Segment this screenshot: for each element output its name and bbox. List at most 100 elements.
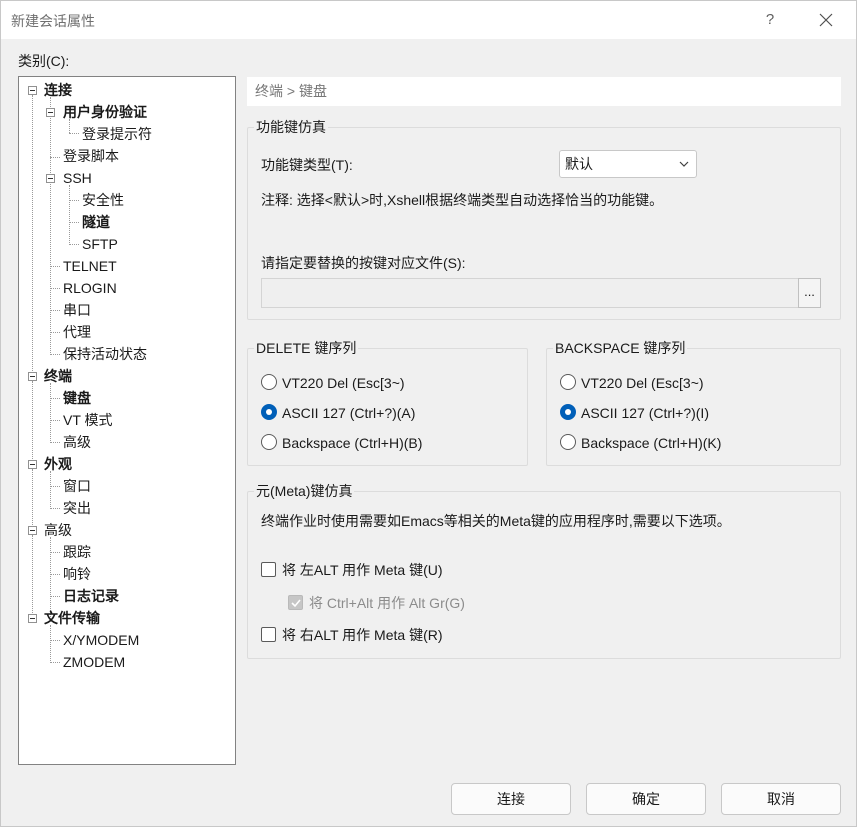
tree-connector — [32, 381, 33, 469]
collapse-icon[interactable] — [28, 526, 37, 535]
tree-item-highlight[interactable]: 突出 — [63, 497, 91, 519]
tree-connector — [50, 157, 60, 158]
tree-connector — [50, 383, 51, 441]
tree-item-tunnel[interactable]: 隧道 — [82, 211, 110, 233]
tree-connector — [50, 662, 60, 663]
dialog-window: 新建会话属性 ? 类别(C): 连接 用户身份验证 登录提示符 登录脚本 SSH… — [0, 0, 857, 827]
close-icon — [819, 13, 833, 27]
collapse-icon[interactable] — [28, 460, 37, 469]
tree-item-window[interactable]: 窗口 — [63, 475, 91, 497]
backspace-backspace-radio[interactable] — [560, 434, 576, 450]
collapse-icon[interactable] — [28, 614, 37, 623]
backspace-backspace-label[interactable]: Backspace (Ctrl+H)(K) — [581, 434, 721, 452]
tree-item-security[interactable]: 安全性 — [82, 189, 124, 211]
tree-item-xymodem[interactable]: X/YMODEM — [63, 629, 139, 651]
tree-item-bell[interactable]: 响铃 — [63, 563, 91, 585]
right-alt-meta-checkbox[interactable] — [261, 627, 276, 642]
key-map-file-input[interactable] — [261, 278, 799, 308]
tree-item-appearance[interactable]: 外观 — [44, 453, 72, 475]
tree-connector — [50, 354, 60, 355]
key-map-file-label: 请指定要替换的按键对应文件(S): — [261, 255, 466, 271]
tree-item-file-transfer[interactable]: 文件传输 — [44, 607, 100, 629]
tree-item-trace[interactable]: 跟踪 — [63, 541, 91, 563]
tree-item-user-auth[interactable]: 用户身份验证 — [63, 101, 147, 123]
tree-item-vt-mode[interactable]: VT 模式 — [63, 409, 113, 431]
tree-connector — [50, 625, 51, 661]
breadcrumb: 终端 > 键盘 — [247, 77, 841, 106]
tree-connector — [50, 508, 60, 509]
cancel-button[interactable]: 取消 — [721, 783, 841, 815]
function-key-type-select[interactable]: 默认 — [559, 150, 697, 178]
ok-button[interactable]: 确定 — [586, 783, 706, 815]
right-alt-meta-label[interactable]: 将 右ALT 用作 Meta 键(R) — [282, 626, 443, 644]
tree-item-zmodem[interactable]: ZMODEM — [63, 651, 125, 673]
tree-item-login-script[interactable]: 登录脚本 — [63, 145, 119, 167]
function-key-group-title: 功能键仿真 — [254, 118, 328, 136]
function-key-note: 注释: 选择<默认>时,Xshell根据终端类型自动选择恰当的功能键。 — [261, 192, 664, 208]
tree-connector — [50, 640, 60, 641]
collapse-icon[interactable] — [28, 86, 37, 95]
tree-connector — [50, 420, 60, 421]
delete-vt220-label[interactable]: VT220 Del (Esc[3~) — [282, 374, 405, 392]
category-tree[interactable]: 连接 用户身份验证 登录提示符 登录脚本 SSH 安全性 隧道 SFTP TEL… — [18, 76, 236, 765]
tree-connector — [32, 95, 33, 377]
tree-item-rlogin[interactable]: RLOGIN — [63, 277, 117, 299]
tree-connector — [50, 596, 60, 597]
connect-button[interactable]: 连接 — [451, 783, 571, 815]
tree-connector — [50, 537, 51, 617]
collapse-icon[interactable] — [46, 108, 55, 117]
function-key-type-value: 默认 — [565, 156, 593, 172]
delete-ascii127-label[interactable]: ASCII 127 (Ctrl+?)(A) — [282, 404, 415, 422]
tree-item-proxy[interactable]: 代理 — [63, 321, 91, 343]
tree-item-sftp[interactable]: SFTP — [82, 233, 118, 255]
left-alt-meta-label[interactable]: 将 左ALT 用作 Meta 键(U) — [282, 561, 443, 579]
tree-connector — [50, 332, 60, 333]
tree-item-keepalive[interactable]: 保持活动状态 — [63, 343, 147, 365]
delete-backspace-radio[interactable] — [261, 434, 277, 450]
tree-connector — [50, 486, 60, 487]
backspace-vt220-radio[interactable] — [560, 374, 576, 390]
chevron-down-icon — [679, 161, 689, 167]
window-title: 新建会话属性 — [11, 13, 95, 29]
tree-item-terminal-advanced[interactable]: 高级 — [63, 431, 91, 453]
tree-item-keyboard[interactable]: 键盘 — [63, 387, 91, 409]
browse-button[interactable]: ... — [798, 278, 821, 308]
tree-connector — [32, 469, 33, 531]
tree-item-telnet[interactable]: TELNET — [63, 255, 117, 277]
help-button[interactable]: ? — [756, 5, 784, 35]
tree-item-serial[interactable]: 串口 — [63, 299, 91, 321]
collapse-icon[interactable] — [28, 372, 37, 381]
collapse-icon[interactable] — [46, 174, 55, 183]
tree-item-connection[interactable]: 连接 — [44, 79, 72, 101]
tree-connector — [50, 574, 60, 575]
function-key-type-label: 功能键类型(T): — [261, 157, 353, 173]
ctrl-alt-altgr-label: 将 Ctrl+Alt 用作 Alt Gr(G) — [309, 595, 465, 611]
backspace-sequence-title: BACKSPACE 键序列 — [553, 339, 688, 357]
backspace-ascii127-label[interactable]: ASCII 127 (Ctrl+?)(I) — [581, 404, 709, 422]
tree-connector — [69, 133, 79, 134]
delete-ascii127-radio[interactable] — [261, 404, 277, 420]
close-button[interactable] — [811, 5, 841, 35]
tree-connector — [69, 244, 79, 245]
tree-connector — [32, 535, 33, 617]
backspace-vt220-label[interactable]: VT220 Del (Esc[3~) — [581, 374, 704, 392]
tree-connector — [50, 552, 60, 553]
tree-item-terminal[interactable]: 终端 — [44, 365, 72, 387]
tree-item-ssh[interactable]: SSH — [63, 167, 92, 189]
tree-item-login-prompt[interactable]: 登录提示符 — [82, 123, 152, 145]
ctrl-alt-altgr-checkbox — [288, 595, 303, 610]
tree-connector — [50, 471, 51, 507]
title-bar: 新建会话属性 ? — [1, 1, 856, 39]
tree-connector — [69, 200, 79, 201]
tree-connector — [50, 288, 60, 289]
checkmark-icon — [291, 599, 301, 608]
delete-vt220-radio[interactable] — [261, 374, 277, 390]
tree-connector — [50, 310, 60, 311]
delete-backspace-label[interactable]: Backspace (Ctrl+H)(B) — [282, 434, 422, 452]
tree-connector — [50, 266, 60, 267]
left-alt-meta-checkbox[interactable] — [261, 562, 276, 577]
backspace-ascii127-radio[interactable] — [560, 404, 576, 420]
delete-sequence-title: DELETE 键序列 — [254, 339, 359, 357]
tree-item-advanced[interactable]: 高级 — [44, 519, 72, 541]
tree-item-logging[interactable]: 日志记录 — [63, 585, 119, 607]
